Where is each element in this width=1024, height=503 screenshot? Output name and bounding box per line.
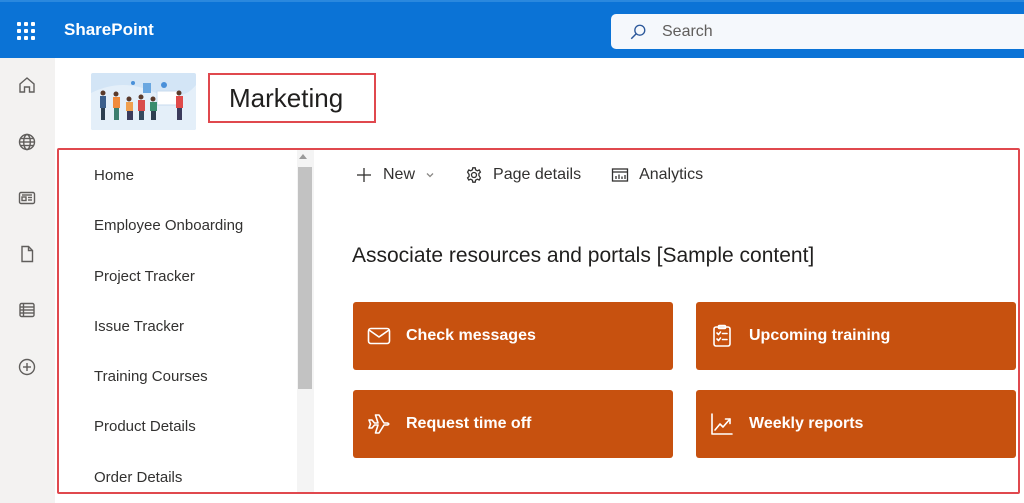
news-icon xyxy=(18,191,36,205)
rail-news[interactable] xyxy=(14,185,40,211)
nav-item-issue-tracker[interactable]: Issue Tracker xyxy=(94,318,184,335)
tile-upcoming-training[interactable]: Upcoming training xyxy=(696,302,1016,370)
document-icon xyxy=(21,245,34,263)
site-title[interactable]: Marketing xyxy=(229,83,343,114)
gear-icon xyxy=(466,167,482,183)
app-name-link[interactable]: SharePoint xyxy=(64,20,154,40)
tile-check-messages[interactable]: Check messages xyxy=(353,302,673,370)
nav-item-project-tracker[interactable]: Project Tracker xyxy=(94,268,195,285)
analytics-label: Analytics xyxy=(639,166,704,183)
trending-chart-icon xyxy=(711,413,733,435)
analytics-button[interactable]: Analytics xyxy=(611,166,703,184)
nav-item-product-details[interactable]: Product Details xyxy=(94,418,196,435)
tile-label: Upcoming training xyxy=(749,327,891,344)
nav-item-training-courses[interactable]: Training Courses xyxy=(94,368,208,385)
globe-icon xyxy=(18,133,36,151)
rail-create[interactable] xyxy=(14,354,40,380)
list-icon xyxy=(19,302,35,318)
new-button[interactable]: New xyxy=(355,166,435,184)
rail-lists[interactable] xyxy=(14,297,40,323)
command-bar: New Page details Analytics xyxy=(355,163,733,187)
suite-header: SharePoint xyxy=(0,0,1024,58)
site-title-highlight: Marketing xyxy=(208,73,376,123)
team-illustration-icon xyxy=(91,81,196,130)
scroll-up-arrow-icon[interactable] xyxy=(299,154,307,159)
add-circle-icon xyxy=(18,358,36,376)
tile-request-time-off[interactable]: Request time off xyxy=(353,390,673,458)
tile-label: Check messages xyxy=(406,327,536,344)
airplane-icon xyxy=(368,414,390,434)
tile-label: Request time off xyxy=(406,415,532,432)
site-logo[interactable] xyxy=(91,73,196,130)
section-title: Associate resources and portals [Sample … xyxy=(352,244,815,267)
page-details-button[interactable]: Page details xyxy=(465,166,581,184)
mail-icon xyxy=(367,327,391,345)
app-launcher-icon[interactable] xyxy=(14,19,38,43)
search-icon xyxy=(630,24,646,39)
page-details-label: Page details xyxy=(493,166,582,183)
search-box[interactable] xyxy=(611,14,1024,49)
nav-item-employee-onboarding[interactable]: Employee Onboarding xyxy=(94,217,243,234)
rail-sites[interactable] xyxy=(14,129,40,155)
new-label: New xyxy=(383,166,416,183)
search-input[interactable] xyxy=(662,22,962,41)
home-icon xyxy=(19,77,35,93)
nav-scrollbar-thumb[interactable] xyxy=(298,167,312,389)
app-rail xyxy=(0,58,55,503)
clipboard-checklist-icon xyxy=(713,324,731,347)
nav-item-home[interactable]: Home xyxy=(94,167,134,184)
rail-files[interactable] xyxy=(14,241,40,267)
plus-icon xyxy=(357,168,371,182)
tile-weekly-reports[interactable]: Weekly reports xyxy=(696,390,1016,458)
nav-item-order-details[interactable]: Order Details xyxy=(94,469,182,486)
chevron-down-icon xyxy=(426,173,434,178)
tile-label: Weekly reports xyxy=(749,415,864,432)
site-navigation: Home Employee Onboarding Project Tracker… xyxy=(59,150,315,492)
rail-home[interactable] xyxy=(14,72,40,98)
analytics-icon xyxy=(611,168,629,182)
